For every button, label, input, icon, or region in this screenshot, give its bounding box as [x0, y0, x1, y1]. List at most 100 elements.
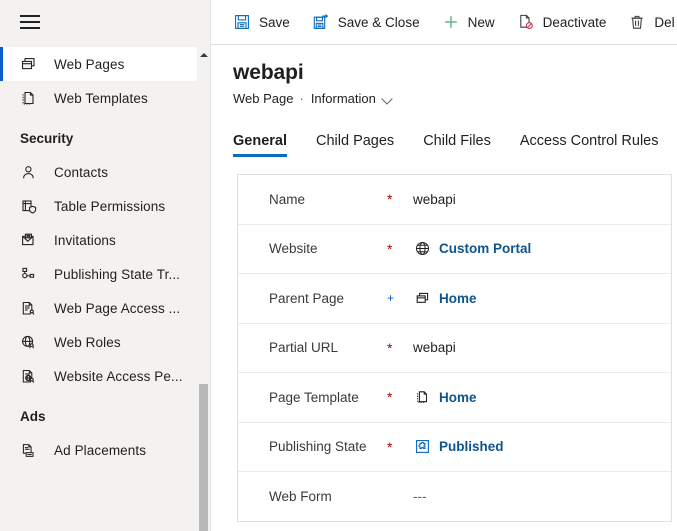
sidebar-inner: Web Pages Web Templates Security Contact…: [0, 0, 210, 531]
sidebar-nav-list: Web Pages Web Templates Security Contact…: [0, 44, 210, 531]
field-value-parent-page[interactable]: Home: [413, 289, 477, 307]
scrollbar-thumb[interactable]: [199, 384, 208, 531]
command-bar: Save Save & Close New Deactivate Del: [211, 0, 677, 45]
required-indicator: *: [387, 339, 393, 356]
page-template-icon: [413, 388, 431, 406]
web-pages-icon: [413, 289, 431, 307]
scroll-up-arrow[interactable]: [197, 49, 210, 61]
field-value-page-template[interactable]: Home: [413, 388, 477, 406]
tab-label: General: [233, 133, 287, 149]
publishing-state-icon: [413, 438, 431, 456]
record-subtitle: Web Page · Information: [233, 89, 677, 109]
hamburger-icon[interactable]: [20, 15, 40, 29]
sidebar: Web Pages Web Templates Security Contact…: [0, 0, 211, 531]
sidebar-item-label: Publishing State Tr...: [54, 266, 181, 282]
form-selector-label[interactable]: Information: [311, 89, 376, 109]
deactivate-icon: [517, 13, 535, 31]
sidebar-item-web-page-access[interactable]: Web Page Access ...: [0, 291, 210, 325]
sidebar-item-web-roles[interactable]: Web Roles: [0, 325, 210, 359]
field-row-partial-url: Partial URL * webapi: [238, 324, 671, 373]
sidebar-item-table-permissions[interactable]: Table Permissions: [0, 189, 210, 223]
sidebar-item-label: Web Pages: [54, 56, 125, 72]
sidebar-item-contacts[interactable]: Contacts: [0, 155, 210, 189]
entity-name: Web Page: [233, 91, 294, 106]
required-indicator: *: [387, 191, 393, 208]
field-value-partial-url[interactable]: webapi: [413, 340, 456, 355]
tab-label: Child Files: [423, 133, 491, 149]
save-disk-icon: [233, 13, 251, 31]
tab-label: Access Control Rules: [519, 133, 659, 149]
sidebar-item-publishing-state-transitions[interactable]: Publishing State Tr...: [0, 257, 210, 291]
table-permissions-icon: [20, 196, 42, 216]
field-value-website[interactable]: Custom Portal: [413, 240, 531, 258]
required-indicator: *: [387, 240, 393, 257]
field-row-web-form: Web Form ---: [238, 472, 671, 522]
delete-button[interactable]: Del: [618, 4, 677, 40]
sidebar-scrollbar[interactable]: [197, 44, 210, 531]
form-card: Name * webapi Website * Custom Portal Pa…: [237, 174, 672, 522]
sidebar-item-label: Web Roles: [54, 334, 121, 350]
field-row-website: Website * Custom Portal: [238, 225, 671, 274]
sidebar-item-label: Invitations: [54, 232, 116, 248]
tab-access-control-rules[interactable]: Access Control Rules: [520, 133, 673, 157]
sidebar-item-web-pages[interactable]: Web Pages: [0, 47, 210, 81]
field-label: Name: [269, 191, 306, 207]
required-indicator: *: [387, 389, 393, 406]
field-value-link[interactable]: Home: [439, 390, 477, 405]
save-button[interactable]: Save: [223, 4, 300, 40]
sidebar-item-invitations[interactable]: Invitations: [0, 223, 210, 257]
field-value-text: webapi: [413, 340, 456, 356]
sidebar-item-label: Web Templates: [54, 90, 148, 106]
tab-child-pages[interactable]: Child Pages: [316, 133, 408, 157]
field-label: Parent Page: [269, 290, 345, 306]
web-page-access-icon: [20, 298, 42, 318]
sidebar-group-security: Security: [0, 121, 210, 155]
required-indicator: +: [387, 291, 395, 306]
sidebar-group-label: Ads: [20, 408, 46, 424]
new-button[interactable]: New: [432, 4, 505, 40]
main-content: Save Save & Close New Deactivate Del web…: [211, 0, 677, 531]
plus-icon: [442, 13, 460, 31]
contact-person-icon: [20, 162, 42, 182]
app-window: Web Pages Web Templates Security Contact…: [0, 0, 677, 531]
website-access-icon: [20, 366, 42, 386]
delete-label: Del: [654, 14, 675, 30]
web-roles-globe-icon: [20, 332, 42, 352]
field-value-publishing-state[interactable]: Published: [413, 438, 504, 456]
save-and-close-button[interactable]: Save & Close: [302, 4, 430, 40]
field-label: Publishing State: [269, 439, 367, 455]
publishing-state-transition-icon: [20, 264, 42, 284]
field-row-parent-page: Parent Page + Home: [238, 274, 671, 324]
invitations-envelope-icon: [20, 230, 42, 250]
field-value-text: ---: [413, 488, 427, 504]
sidebar-group-ads: Ads: [0, 399, 210, 433]
web-templates-icon: [20, 88, 42, 108]
tab-general[interactable]: General: [233, 133, 301, 157]
save-label: Save: [259, 14, 290, 30]
sidebar-item-label: Web Page Access ...: [54, 300, 181, 316]
tab-child-files[interactable]: Child Files: [423, 133, 505, 157]
sidebar-item-web-templates[interactable]: Web Templates: [0, 81, 210, 115]
page-title: webapi: [233, 61, 304, 84]
field-value-link[interactable]: Published: [439, 439, 504, 454]
web-pages-icon: [20, 54, 42, 74]
field-row-name: Name * webapi: [238, 175, 671, 225]
sidebar-group-label: Security: [20, 130, 74, 146]
globe-icon: [413, 240, 431, 258]
sidebar-item-website-access-permissions[interactable]: Website Access Pe...: [0, 359, 210, 393]
chevron-down-icon[interactable]: [383, 94, 393, 104]
sidebar-item-ad-placements[interactable]: Ad Placements: [0, 433, 210, 467]
sidebar-item-label: Table Permissions: [54, 198, 166, 214]
field-label: Website: [269, 241, 318, 257]
field-value-link[interactable]: Home: [439, 291, 477, 306]
field-value-text: webapi: [413, 191, 456, 207]
form-tabs: General Child Pages Child Files Access C…: [211, 123, 677, 157]
field-row-page-template: Page Template * Home: [238, 373, 671, 423]
deactivate-button[interactable]: Deactivate: [507, 4, 617, 40]
record-header: webapi Web Page · Information: [211, 45, 677, 109]
field-value-name[interactable]: webapi: [413, 192, 456, 207]
field-label: Page Template: [269, 389, 359, 405]
field-value-link[interactable]: Custom Portal: [439, 241, 531, 256]
field-value-web-form[interactable]: ---: [413, 489, 427, 504]
sidebar-item-label: Ad Placements: [54, 442, 147, 458]
